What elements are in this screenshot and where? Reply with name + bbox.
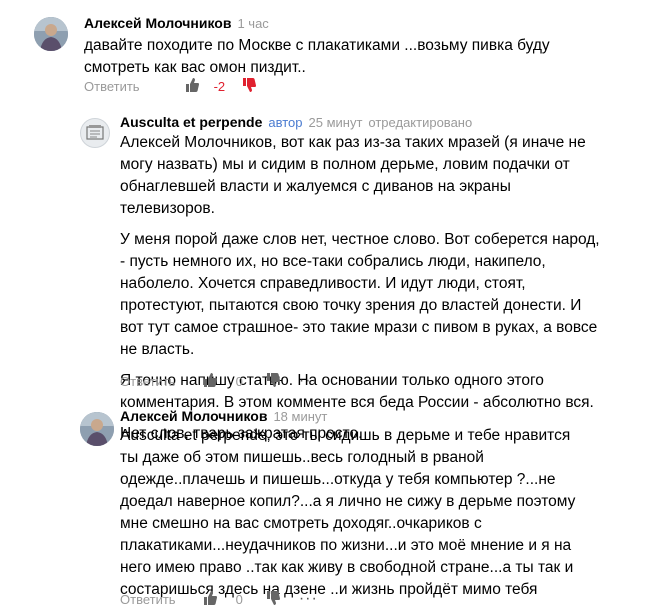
rating-count: 0 xyxy=(235,591,243,607)
author-name[interactable]: Алексей Молочников xyxy=(120,408,267,424)
avatar[interactable] xyxy=(80,412,114,446)
comment-header: Алексей Молочников 1 час xyxy=(84,14,269,33)
avatar[interactable] xyxy=(80,118,110,148)
comment-text: Алексей Молочников, вот как раз из-за та… xyxy=(120,132,602,454)
reply-button[interactable]: Ответить xyxy=(120,592,176,607)
comment-paragraph: Алексей Молочников, вот как раз из-за та… xyxy=(120,134,586,217)
comment-paragraph: У меня порой даже слов нет, честное слов… xyxy=(120,231,600,358)
author-logo-icon xyxy=(86,125,104,140)
thumbs-down-icon[interactable] xyxy=(241,77,257,96)
edited-label: отредактировано xyxy=(368,115,473,130)
avatar-photo-icon xyxy=(34,17,68,51)
comment-actions: Ответить 0 ··· xyxy=(120,371,318,391)
avatar-photo-icon xyxy=(80,412,114,446)
author-badge: автор xyxy=(268,115,303,130)
comment-header: Алексей Молочников 18 минут xyxy=(120,407,327,426)
comment-time: 18 минут xyxy=(273,409,328,424)
comment-actions: Ответить -2 xyxy=(84,76,257,96)
comment-header: Auscultа et perpende автор 25 минут отредак… xyxy=(120,113,472,132)
thumbs-up-icon[interactable] xyxy=(184,77,200,96)
rating-count: 0 xyxy=(235,373,243,389)
comment-time: 1 час xyxy=(237,16,269,31)
author-name[interactable]: Auscultа et perpende xyxy=(120,114,262,130)
comment-actions: Ответить 0 ··· xyxy=(120,589,318,609)
thumbs-down-icon[interactable] xyxy=(265,372,281,391)
more-options-icon[interactable]: ··· xyxy=(299,372,318,390)
thumbs-up-icon[interactable] xyxy=(202,372,218,391)
thumbs-up-icon[interactable] xyxy=(202,590,218,609)
reply-button[interactable]: Ответить xyxy=(84,79,140,94)
comment-paragraph: Auscultа et perpende, это ты сидишь в де… xyxy=(120,427,576,598)
rating-count: -2 xyxy=(213,78,226,94)
author-name[interactable]: Алексей Молочников xyxy=(84,15,231,31)
thumbs-down-icon[interactable] xyxy=(265,590,281,609)
reply-button[interactable]: Ответить xyxy=(120,374,176,389)
comment-paragraph: давайте походите по Москве с плакатиками… xyxy=(84,37,550,76)
avatar[interactable] xyxy=(34,17,68,51)
comment-time: 25 минут xyxy=(308,115,363,130)
comment-text: Auscultа et perpende, это ты сидишь в де… xyxy=(120,425,590,610)
more-options-icon[interactable]: ··· xyxy=(299,590,318,608)
